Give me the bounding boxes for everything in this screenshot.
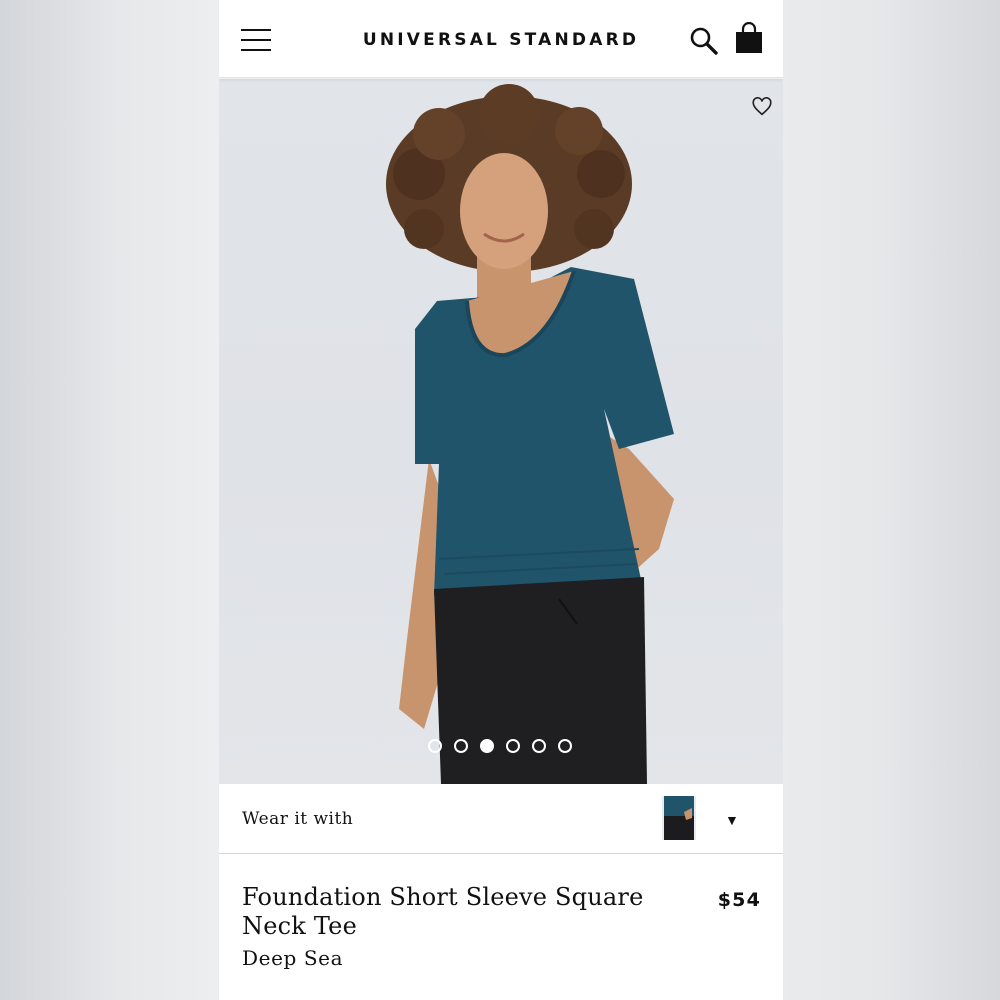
product-image-gallery[interactable] [219,79,783,784]
carousel-dot[interactable] [454,739,468,753]
carousel-dot-active[interactable] [480,739,494,753]
site-header: UNIVERSAL STANDARD [219,0,783,78]
product-title: Foundation Short Sleeve Square Neck Tee [242,883,644,940]
product-photo [386,84,674,784]
product-page: UNIVERSAL STANDARD Wear it with ▼ Founda… [219,0,783,1000]
product-price: $54 [717,889,761,911]
carousel-dot[interactable] [506,739,520,753]
outfit-thumbnail[interactable] [662,796,696,840]
brand-logo[interactable]: UNIVERSAL STANDARD [361,30,641,50]
carousel-dot[interactable] [428,739,442,753]
shopping-bag-icon[interactable] [734,21,764,54]
wear-it-with-toggle[interactable]: Wear it with ▼ [219,784,783,854]
carousel-dot[interactable] [558,739,572,753]
carousel-dot[interactable] [532,739,546,753]
search-icon[interactable] [689,26,719,56]
heart-outline-icon[interactable] [751,96,773,118]
carousel-pagination [428,739,572,753]
product-color: Deep Sea [242,946,344,970]
wear-it-with-label: Wear it with [242,809,354,829]
triangle-down-icon[interactable]: ▼ [725,812,739,828]
menu-icon[interactable] [241,29,271,51]
